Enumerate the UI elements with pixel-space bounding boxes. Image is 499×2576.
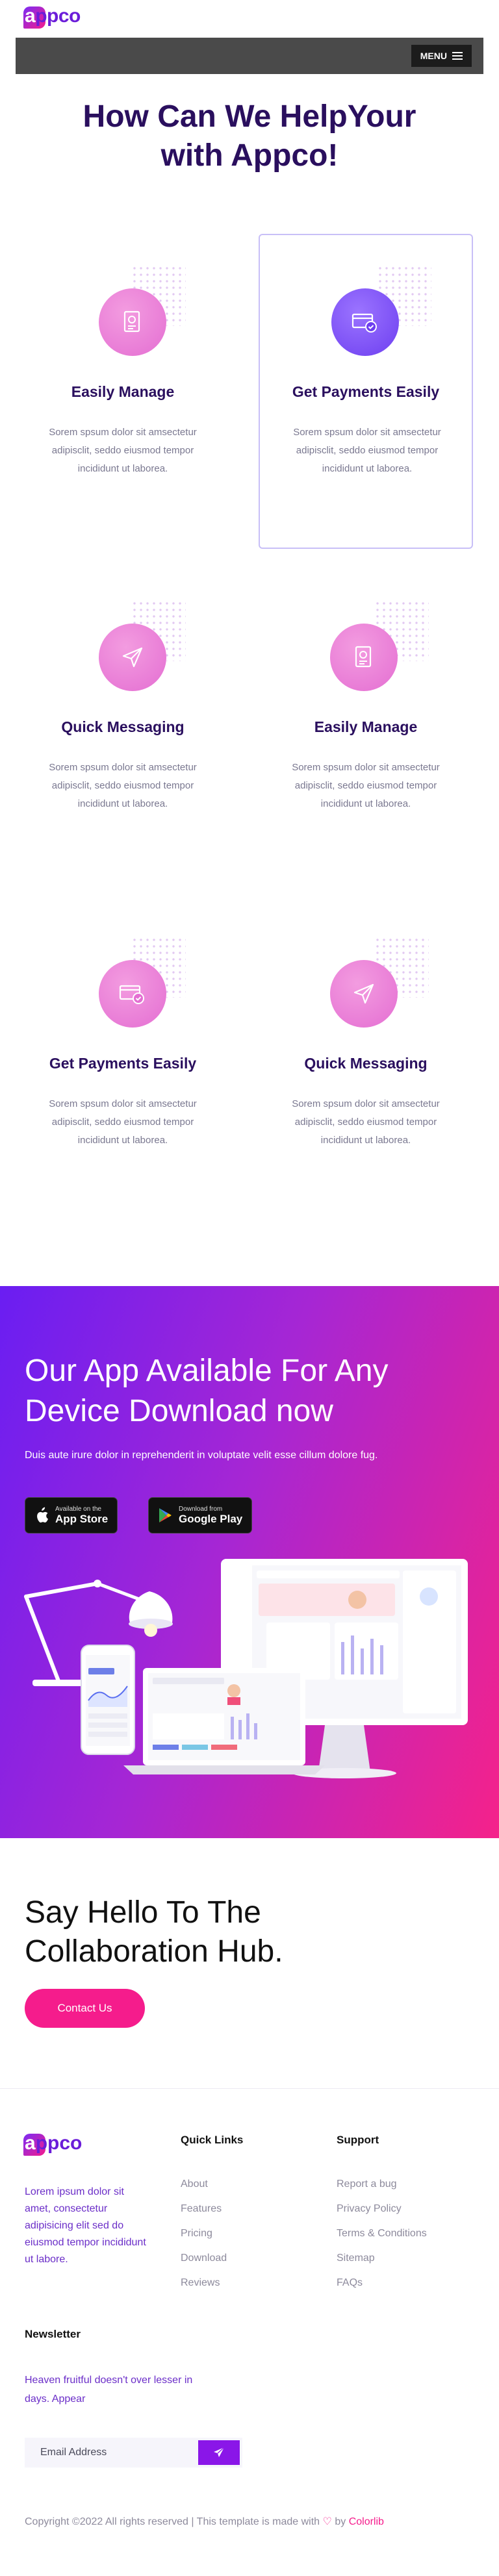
send-icon — [214, 2447, 225, 2457]
feature-title: Get Payments Easily — [292, 383, 440, 400]
feature-card: Quick Messaging Sorem spsum dolor sit am… — [16, 570, 230, 885]
feature-text: Sorem spsum dolor sit amsectetur adipisc… — [292, 1098, 440, 1146]
paper-plane-icon — [330, 960, 398, 1028]
menu-button[interactable]: MENU — [411, 45, 472, 67]
help-title: How Can We HelpYour with Appco! — [83, 99, 416, 173]
manage-icon — [330, 624, 398, 691]
app-title: Our App Available For Any Device Download… — [25, 1354, 389, 1428]
footer-link-about[interactable]: About — [181, 2178, 208, 2190]
app-store-button[interactable]: Available on the App Store — [25, 1497, 118, 1534]
feature-card: Easily Manage Sorem spsum dolor sit amse… — [259, 570, 473, 885]
apple-icon — [37, 1507, 48, 1523]
feature-text: Sorem spsum dolor sit amsectetur adipisc… — [293, 427, 441, 474]
quick-links-title: Quick Links — [181, 2134, 244, 2146]
payment-icon — [99, 960, 166, 1028]
feature-card: Easily Manage Sorem spsum dolor sit amse… — [16, 235, 230, 550]
google-play-icon — [159, 1508, 172, 1522]
payment-icon — [331, 288, 399, 356]
footer-link-report-bug[interactable]: Report a bug — [337, 2178, 397, 2190]
devices-illustration — [24, 1559, 468, 1778]
footer-link-reviews[interactable]: Reviews — [181, 2277, 220, 2289]
footer-link-sitemap[interactable]: Sitemap — [337, 2253, 375, 2264]
footer-link-pricing[interactable]: Pricing — [181, 2228, 212, 2240]
colorlib-link[interactable]: Colorlib — [349, 2516, 384, 2527]
app-subtitle: Duis aute irure dolor in reprehenderit i… — [25, 1450, 378, 1461]
phone-illustration — [81, 1645, 135, 1755]
logo-text: appco — [25, 5, 81, 27]
heart-icon: ♡ — [322, 2516, 332, 2527]
newsletter-title: Newsletter — [25, 2328, 81, 2340]
newsletter-text: Heaven fruitful doesn't over lesser in d… — [25, 2375, 193, 2405]
footer-link-faqs[interactable]: FAQs — [337, 2277, 363, 2289]
feature-card: Get Payments Easily Sorem spsum dolor si… — [259, 234, 473, 549]
google-play-button[interactable]: Download from Google Play — [148, 1497, 253, 1534]
subscribe-button[interactable] — [198, 2440, 240, 2465]
app-download-section: Our App Available For Any Device Download… — [0, 1286, 499, 1838]
footer-about: Lorem ipsum dolor sit amet, consectetur … — [25, 2186, 146, 2265]
footer-link-download[interactable]: Download — [181, 2253, 227, 2264]
feature-card: Quick Messaging Sorem spsum dolor sit am… — [259, 907, 473, 1222]
feature-text: Sorem spsum dolor sit amsectetur adipisc… — [49, 1098, 197, 1146]
footer-link-terms[interactable]: Terms & Conditions — [337, 2228, 427, 2240]
feature-card: Get Payments Easily Sorem spsum dolor si… — [16, 907, 230, 1222]
footer-logo[interactable]: appco — [23, 2132, 82, 2156]
feature-title: Get Payments Easily — [49, 1055, 197, 1072]
newsletter-form — [25, 2438, 242, 2468]
support-title: Support — [337, 2134, 379, 2146]
feature-text: Sorem spsum dolor sit amsectetur adipisc… — [49, 762, 197, 809]
logo[interactable]: appco — [23, 5, 81, 29]
feature-text: Sorem spsum dolor sit amsectetur adipisc… — [49, 427, 197, 474]
footer-link-privacy[interactable]: Privacy Policy — [337, 2203, 402, 2215]
email-input[interactable] — [25, 2438, 198, 2468]
contact-us-button[interactable]: Contact Us — [25, 1989, 145, 2028]
copyright: Copyright ©2022 All rights reserved | Th… — [25, 2516, 384, 2527]
laptop-illustration — [123, 1668, 325, 1774]
collab-title: Say Hello To The Collaboration Hub. — [25, 1895, 283, 1969]
hamburger-icon — [452, 52, 463, 60]
feature-text: Sorem spsum dolor sit amsectetur adipisc… — [292, 762, 440, 809]
navbar: MENU — [16, 38, 483, 74]
footer-link-features[interactable]: Features — [181, 2203, 222, 2215]
feature-title: Easily Manage — [71, 383, 175, 400]
menu-label: MENU — [420, 51, 447, 61]
footer-divider — [0, 2088, 499, 2089]
feature-title: Easily Manage — [314, 718, 418, 735]
paper-plane-icon — [99, 624, 166, 691]
feature-title: Quick Messaging — [61, 718, 185, 735]
feature-title: Quick Messaging — [304, 1055, 428, 1072]
manage-icon — [99, 288, 166, 356]
